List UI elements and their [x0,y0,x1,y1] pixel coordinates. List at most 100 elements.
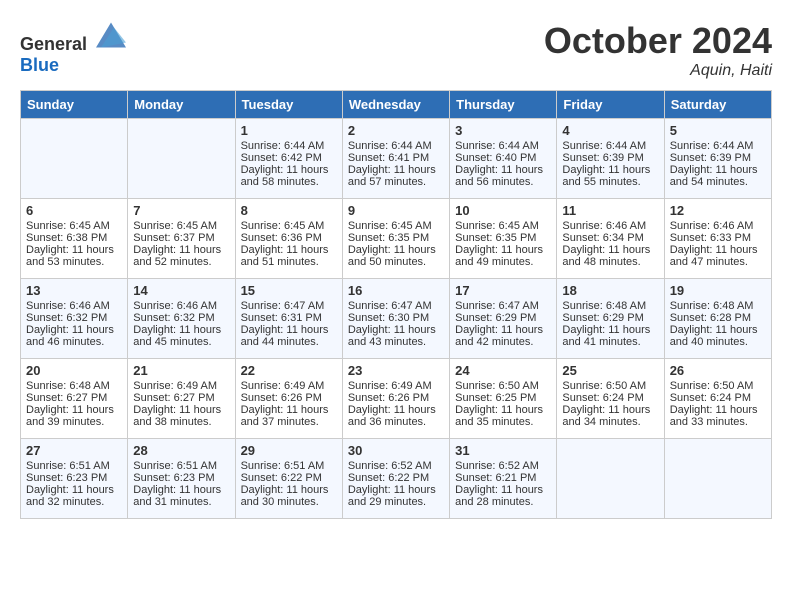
day-number: 13 [26,283,122,298]
sunrise-text: Sunrise: 6:48 AM [562,300,658,312]
sunrise-text: Sunrise: 6:44 AM [348,140,444,152]
logo-blue: Blue [20,55,59,75]
sunset-text: Sunset: 6:32 PM [133,312,229,324]
calendar-cell: 27Sunrise: 6:51 AMSunset: 6:23 PMDayligh… [21,439,128,519]
weekday-header-tuesday: Tuesday [235,91,342,119]
day-number: 5 [670,123,766,138]
calendar-cell: 9Sunrise: 6:45 AMSunset: 6:35 PMDaylight… [342,199,449,279]
calendar-cell [664,439,771,519]
sunrise-text: Sunrise: 6:50 AM [455,380,551,392]
calendar-cell: 6Sunrise: 6:45 AMSunset: 6:38 PMDaylight… [21,199,128,279]
daylight-text: Daylight: 11 hours and 43 minutes. [348,324,444,348]
daylight-text: Daylight: 11 hours and 31 minutes. [133,484,229,508]
sunset-text: Sunset: 6:35 PM [455,232,551,244]
daylight-text: Daylight: 11 hours and 56 minutes. [455,164,551,188]
sunrise-text: Sunrise: 6:47 AM [455,300,551,312]
daylight-text: Daylight: 11 hours and 34 minutes. [562,404,658,428]
logo-text: General Blue [20,20,126,76]
day-number: 20 [26,363,122,378]
sunset-text: Sunset: 6:27 PM [133,392,229,404]
weekday-header-row: SundayMondayTuesdayWednesdayThursdayFrid… [21,91,772,119]
day-number: 21 [133,363,229,378]
logo: General Blue [20,20,126,76]
weekday-header-monday: Monday [128,91,235,119]
calendar-cell: 7Sunrise: 6:45 AMSunset: 6:37 PMDaylight… [128,199,235,279]
sunrise-text: Sunrise: 6:48 AM [26,380,122,392]
calendar-cell: 28Sunrise: 6:51 AMSunset: 6:23 PMDayligh… [128,439,235,519]
day-number: 12 [670,203,766,218]
sunrise-text: Sunrise: 6:47 AM [348,300,444,312]
daylight-text: Daylight: 11 hours and 39 minutes. [26,404,122,428]
page-header: General Blue October 2024 Aquin, Haiti [20,20,772,80]
daylight-text: Daylight: 11 hours and 53 minutes. [26,244,122,268]
daylight-text: Daylight: 11 hours and 41 minutes. [562,324,658,348]
sunrise-text: Sunrise: 6:45 AM [241,220,337,232]
sunrise-text: Sunrise: 6:46 AM [26,300,122,312]
calendar-cell: 25Sunrise: 6:50 AMSunset: 6:24 PMDayligh… [557,359,664,439]
daylight-text: Daylight: 11 hours and 36 minutes. [348,404,444,428]
day-number: 6 [26,203,122,218]
day-number: 18 [562,283,658,298]
calendar-cell: 23Sunrise: 6:49 AMSunset: 6:26 PMDayligh… [342,359,449,439]
sunset-text: Sunset: 6:23 PM [133,472,229,484]
day-number: 30 [348,443,444,458]
location: Aquin, Haiti [544,62,772,80]
sunset-text: Sunset: 6:22 PM [348,472,444,484]
day-number: 7 [133,203,229,218]
weekday-header-thursday: Thursday [450,91,557,119]
week-row-5: 27Sunrise: 6:51 AMSunset: 6:23 PMDayligh… [21,439,772,519]
sunrise-text: Sunrise: 6:46 AM [133,300,229,312]
calendar-cell [128,119,235,199]
sunrise-text: Sunrise: 6:50 AM [562,380,658,392]
calendar-cell: 8Sunrise: 6:45 AMSunset: 6:36 PMDaylight… [235,199,342,279]
day-number: 2 [348,123,444,138]
calendar-table: SundayMondayTuesdayWednesdayThursdayFrid… [20,90,772,519]
sunrise-text: Sunrise: 6:51 AM [133,460,229,472]
calendar-cell: 18Sunrise: 6:48 AMSunset: 6:29 PMDayligh… [557,279,664,359]
daylight-text: Daylight: 11 hours and 30 minutes. [241,484,337,508]
sunset-text: Sunset: 6:24 PM [670,392,766,404]
week-row-2: 6Sunrise: 6:45 AMSunset: 6:38 PMDaylight… [21,199,772,279]
title-section: October 2024 Aquin, Haiti [544,20,772,80]
day-number: 17 [455,283,551,298]
sunrise-text: Sunrise: 6:50 AM [670,380,766,392]
calendar-cell: 13Sunrise: 6:46 AMSunset: 6:32 PMDayligh… [21,279,128,359]
sunrise-text: Sunrise: 6:48 AM [670,300,766,312]
day-number: 19 [670,283,766,298]
day-number: 26 [670,363,766,378]
daylight-text: Daylight: 11 hours and 37 minutes. [241,404,337,428]
sunrise-text: Sunrise: 6:45 AM [26,220,122,232]
sunset-text: Sunset: 6:29 PM [455,312,551,324]
sunset-text: Sunset: 6:33 PM [670,232,766,244]
daylight-text: Daylight: 11 hours and 45 minutes. [133,324,229,348]
calendar-cell: 10Sunrise: 6:45 AMSunset: 6:35 PMDayligh… [450,199,557,279]
calendar-cell: 30Sunrise: 6:52 AMSunset: 6:22 PMDayligh… [342,439,449,519]
daylight-text: Daylight: 11 hours and 48 minutes. [562,244,658,268]
sunset-text: Sunset: 6:24 PM [562,392,658,404]
calendar-cell: 3Sunrise: 6:44 AMSunset: 6:40 PMDaylight… [450,119,557,199]
daylight-text: Daylight: 11 hours and 44 minutes. [241,324,337,348]
sunset-text: Sunset: 6:25 PM [455,392,551,404]
calendar-cell [557,439,664,519]
calendar-cell: 12Sunrise: 6:46 AMSunset: 6:33 PMDayligh… [664,199,771,279]
day-number: 22 [241,363,337,378]
calendar-cell: 17Sunrise: 6:47 AMSunset: 6:29 PMDayligh… [450,279,557,359]
day-number: 16 [348,283,444,298]
sunset-text: Sunset: 6:35 PM [348,232,444,244]
calendar-cell: 15Sunrise: 6:47 AMSunset: 6:31 PMDayligh… [235,279,342,359]
weekday-header-saturday: Saturday [664,91,771,119]
sunrise-text: Sunrise: 6:51 AM [26,460,122,472]
sunrise-text: Sunrise: 6:44 AM [562,140,658,152]
daylight-text: Daylight: 11 hours and 49 minutes. [455,244,551,268]
daylight-text: Daylight: 11 hours and 50 minutes. [348,244,444,268]
daylight-text: Daylight: 11 hours and 52 minutes. [133,244,229,268]
sunrise-text: Sunrise: 6:44 AM [670,140,766,152]
calendar-cell: 4Sunrise: 6:44 AMSunset: 6:39 PMDaylight… [557,119,664,199]
calendar-cell: 20Sunrise: 6:48 AMSunset: 6:27 PMDayligh… [21,359,128,439]
daylight-text: Daylight: 11 hours and 58 minutes. [241,164,337,188]
sunset-text: Sunset: 6:42 PM [241,152,337,164]
sunset-text: Sunset: 6:22 PM [241,472,337,484]
calendar-cell: 24Sunrise: 6:50 AMSunset: 6:25 PMDayligh… [450,359,557,439]
day-number: 11 [562,203,658,218]
daylight-text: Daylight: 11 hours and 33 minutes. [670,404,766,428]
